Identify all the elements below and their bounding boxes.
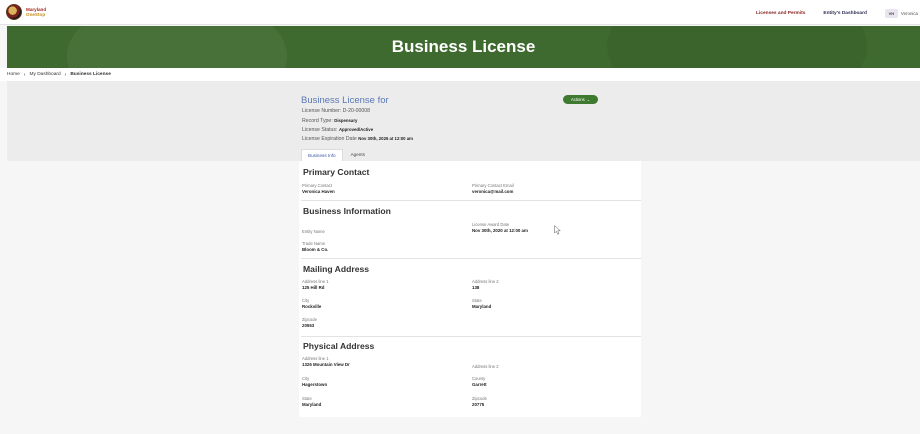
field-value: Nov 30th, 2020 at 12:00 am xyxy=(472,228,528,233)
user-name: Veronica xyxy=(900,11,918,16)
breadcrumb-home[interactable]: Home xyxy=(7,72,20,77)
field-value: 125 Hill Rd xyxy=(302,285,325,290)
field-value: veronica@mail.com xyxy=(472,189,514,194)
section-divider xyxy=(301,336,641,337)
field-label: State xyxy=(302,396,312,401)
field-physical-state: State Maryland xyxy=(302,396,321,407)
field-label: Primary Contact Email xyxy=(472,183,514,188)
field-entity-name: Entity Name xyxy=(302,229,325,234)
field-primary-contact-email: Primary Contact Email veronica@mail.com xyxy=(472,183,514,194)
field-label: Zipcode xyxy=(302,317,317,322)
top-navigation-bar: Maryland OneStop Licenses and Permits En… xyxy=(0,0,920,25)
maryland-seal-icon xyxy=(6,4,22,20)
license-expiration: License Expiration Date Nov 30th, 2026 a… xyxy=(302,136,413,142)
section-business-information: Business Information xyxy=(303,206,391,216)
field-label: Entity Name xyxy=(302,229,325,234)
field-value: Hagerstown xyxy=(302,382,328,387)
chevron-right-icon: › xyxy=(23,71,26,78)
license-number: License Number: D-20-00008 xyxy=(302,108,371,114)
record-type-value: Dispensary xyxy=(334,118,358,123)
field-label: License Award Date xyxy=(472,222,510,227)
license-tabs: Business Info Agents xyxy=(301,149,373,161)
breadcrumb-my-dashboard[interactable]: My Dashboard xyxy=(29,72,60,77)
field-physical-address-1: Address line 1 1326 Mountain View Dr xyxy=(302,356,350,367)
field-value: 20553 xyxy=(302,323,315,328)
section-divider xyxy=(301,200,641,201)
actions-label: Actions xyxy=(570,97,585,102)
field-label: Address line 1 xyxy=(302,356,329,361)
breadcrumb: Home › My Dashboard › Business License xyxy=(0,68,920,81)
field-mailing-address-2: Address line 2 138 xyxy=(472,279,499,290)
nav-entity-dashboard[interactable]: Entity's Dashboard xyxy=(823,11,867,16)
user-menu[interactable]: VH Veronica xyxy=(884,9,918,18)
maryland-onestop-logo[interactable]: Maryland OneStop xyxy=(6,4,46,20)
chevron-down-icon: ⌄ xyxy=(586,97,591,102)
field-label: Primary Contact xyxy=(302,183,333,188)
license-expiration-label: License Expiration Date xyxy=(302,136,357,142)
logo-text: Maryland OneStop xyxy=(26,7,46,17)
record-type-label: Record Type: xyxy=(302,118,333,124)
field-label: State xyxy=(472,298,482,303)
field-trade-name: Trade Name Bloom & Co. xyxy=(302,241,328,252)
field-mailing-address-1: Address line 1 125 Hill Rd xyxy=(302,279,329,290)
section-primary-contact: Primary Contact xyxy=(303,167,370,177)
section-mailing-address: Mailing Address xyxy=(303,264,370,274)
field-physical-city: City Hagerstown xyxy=(302,376,327,387)
field-value: Maryland xyxy=(472,304,492,309)
field-value: Garrett xyxy=(472,382,487,387)
field-label: Address line 2 xyxy=(472,364,499,369)
field-value: Bloom & Co. xyxy=(302,247,329,252)
license-title: Business License for xyxy=(301,95,389,106)
field-value: Veronica Haven xyxy=(302,189,335,194)
field-physical-address-2: Address line 2 xyxy=(472,364,499,369)
field-value: 138 xyxy=(472,285,480,290)
top-nav: Licenses and Permits Entity's Dashboard … xyxy=(756,9,920,18)
actions-button[interactable]: Actions ⌄ xyxy=(563,95,598,104)
field-mailing-state: State Maryland xyxy=(472,298,491,309)
field-label: Trade Name xyxy=(302,241,326,246)
page-banner: Business License xyxy=(7,26,920,68)
page-title: Business License xyxy=(391,37,536,56)
field-mailing-zipcode: Zipcode 20553 xyxy=(302,317,317,328)
field-label: Zipcode xyxy=(472,396,487,401)
breadcrumb-current: Business License xyxy=(70,72,111,77)
field-physical-county: County Garrett xyxy=(472,376,487,387)
mouse-pointer-icon xyxy=(554,225,561,235)
field-license-award-date: License Award Date Nov 30th, 2020 at 12:… xyxy=(472,222,528,233)
avatar: VH xyxy=(884,9,898,18)
field-primary-contact: Primary Contact Veronica Haven xyxy=(302,183,335,194)
field-value: 1326 Mountain View Dr xyxy=(302,362,350,367)
license-header-band xyxy=(7,81,920,161)
nav-licenses-and-permits[interactable]: Licenses and Permits xyxy=(756,11,805,16)
record-type: Record Type: Dispensary xyxy=(302,118,357,124)
chevron-right-icon: › xyxy=(64,71,67,78)
license-status: License Status: Approved/Active xyxy=(302,127,373,133)
logo-line-2: OneStop xyxy=(26,12,46,17)
section-divider xyxy=(301,258,641,259)
field-label: Address line 1 xyxy=(302,279,329,284)
field-mailing-city: City Rockville xyxy=(302,298,321,309)
section-physical-address: Physical Address xyxy=(303,341,375,351)
field-value: 20775 xyxy=(472,402,485,407)
tab-agents[interactable]: Agents xyxy=(345,149,371,161)
field-physical-zipcode: Zipcode 20775 xyxy=(472,396,487,407)
field-label: City xyxy=(302,376,310,381)
license-status-label: License Status: xyxy=(302,127,338,133)
license-expiration-value: Nov 30th, 2026 at 12:00 am xyxy=(358,136,413,141)
field-value: Maryland xyxy=(302,402,322,407)
field-label: Address line 2 xyxy=(472,279,499,284)
field-value: Rockville xyxy=(302,304,322,309)
field-label: County xyxy=(472,376,486,381)
license-status-value: Approved/Active xyxy=(338,127,374,132)
tab-business-info[interactable]: Business Info xyxy=(301,149,343,161)
field-label: City xyxy=(302,298,310,303)
